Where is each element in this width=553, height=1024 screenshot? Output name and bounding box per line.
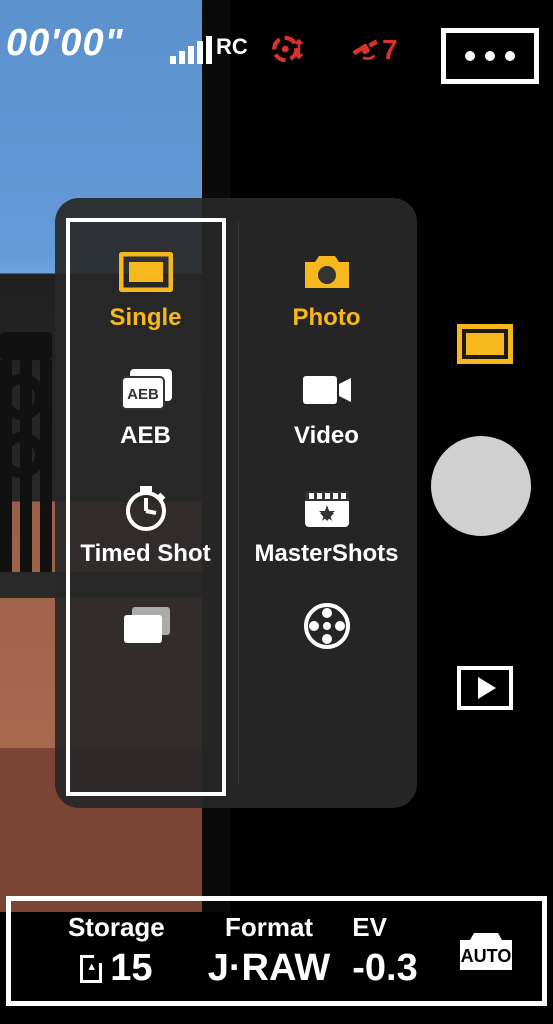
mode-label: Timed Shot bbox=[80, 540, 210, 568]
single-photo-icon bbox=[118, 250, 174, 294]
mode-timed-shot[interactable]: Timed Shot bbox=[66, 486, 226, 568]
satellite-icon bbox=[350, 35, 380, 65]
mode-aeb[interactable]: AEB AEB bbox=[66, 368, 226, 450]
camera-settings-bar: Storage 15 Format J·RAW EV -0.3 AUTO bbox=[6, 896, 547, 1006]
setting-label: EV bbox=[352, 912, 387, 943]
mode-single[interactable]: Single bbox=[66, 250, 226, 332]
video-icon bbox=[299, 368, 355, 412]
signal-icon bbox=[170, 36, 212, 64]
mode-photo[interactable]: Photo bbox=[247, 250, 407, 332]
status-bar: 00'00" RC 7 bbox=[0, 18, 553, 68]
dot-icon bbox=[505, 51, 515, 61]
capture-mode-column: Photo Video MasterShots bbox=[236, 198, 417, 808]
setting-label: Storage bbox=[68, 912, 165, 943]
gps-status[interactable]: 7 bbox=[350, 34, 398, 66]
camera-screen: 00'00" RC 7 Single bbox=[0, 0, 553, 1024]
burst-icon bbox=[118, 604, 174, 648]
mode-burst[interactable] bbox=[66, 604, 226, 658]
format-setting[interactable]: Format J·RAW bbox=[186, 912, 353, 990]
film-reel-icon bbox=[299, 604, 355, 648]
mode-label: MasterShots bbox=[254, 540, 398, 568]
mode-mastershots[interactable]: MasterShots bbox=[247, 486, 407, 568]
setting-value: -0.3 bbox=[352, 947, 417, 990]
play-icon bbox=[478, 677, 496, 699]
more-menu-button[interactable] bbox=[441, 28, 539, 84]
mode-label: Photo bbox=[293, 304, 361, 332]
aeb-icon: AEB bbox=[118, 368, 174, 412]
timer-icon bbox=[118, 486, 174, 530]
mode-quickshots[interactable] bbox=[247, 604, 407, 658]
mode-label: AEB bbox=[120, 422, 171, 450]
svg-text:AEB: AEB bbox=[127, 386, 159, 403]
mode-label: Video bbox=[294, 422, 359, 450]
preview-decor bbox=[0, 332, 50, 572]
photo-submode-column: Single AEB AEB Timed Shot bbox=[55, 198, 236, 808]
setting-value: 15 bbox=[110, 947, 152, 990]
camera-icon bbox=[299, 250, 355, 294]
mode-label: Single bbox=[109, 304, 181, 332]
shutter-button[interactable] bbox=[431, 436, 531, 536]
mode-video[interactable]: Video bbox=[247, 368, 407, 450]
auto-label: AUTO bbox=[461, 946, 512, 966]
sd-card-icon bbox=[80, 955, 102, 983]
gps-count: 7 bbox=[382, 34, 398, 66]
obstacle-avoidance-icon[interactable] bbox=[270, 32, 304, 66]
rc-indicator: RC bbox=[216, 34, 248, 60]
setting-value: J·RAW bbox=[208, 947, 330, 990]
setting-label: Format bbox=[225, 912, 313, 943]
dot-icon bbox=[465, 51, 475, 61]
record-timer: 00'00" bbox=[6, 22, 124, 65]
mastershots-icon bbox=[299, 486, 355, 530]
ev-setting[interactable]: EV -0.3 bbox=[352, 912, 454, 990]
storage-setting[interactable]: Storage 15 bbox=[47, 912, 186, 990]
playback-button[interactable] bbox=[457, 666, 513, 710]
auto-mode-button[interactable]: AUTO bbox=[454, 926, 518, 976]
mode-panel: Single AEB AEB Timed Shot bbox=[55, 198, 417, 808]
mode-switch-button[interactable] bbox=[457, 324, 513, 364]
dot-icon bbox=[485, 51, 495, 61]
